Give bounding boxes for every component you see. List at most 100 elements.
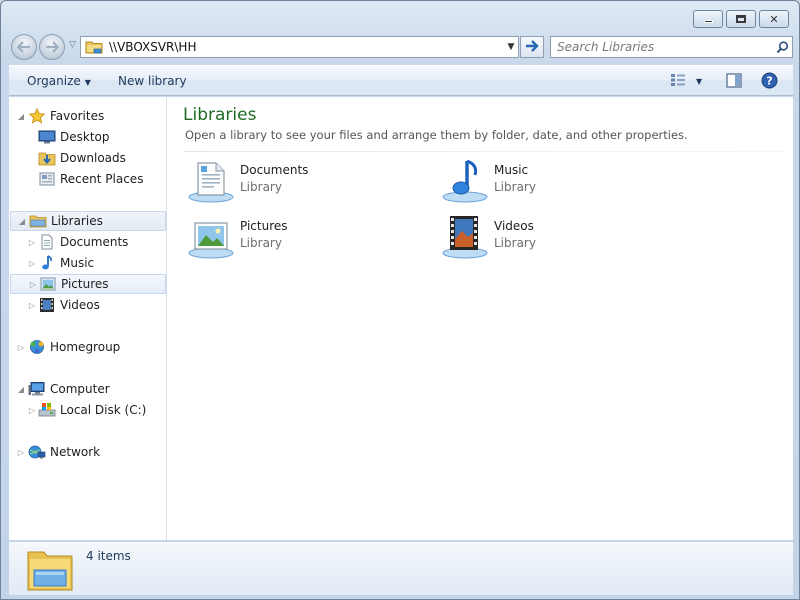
forward-arrow-icon [40, 35, 64, 59]
sidebar-item-desktop[interactable]: Desktop [9, 127, 166, 147]
expand-arrow-icon[interactable]: ▷ [16, 448, 26, 457]
recent-pages-dropdown-icon[interactable]: ▽ [69, 40, 76, 50]
sidebar-item-label: Downloads [60, 151, 126, 165]
expand-arrow-icon[interactable]: ▷ [27, 301, 37, 310]
sidebar-item-label: Pictures [61, 277, 109, 291]
go-arrow-icon [525, 39, 539, 55]
sidebar-item-label: Documents [60, 235, 129, 249]
videos-icon [38, 297, 56, 313]
pictures-icon [39, 276, 57, 292]
library-name: Music [494, 163, 529, 177]
local-disk-icon [38, 402, 56, 418]
navigation-bar: ▽ \\VBOXSVR\HH ▼ [9, 34, 793, 60]
sidebar-item-label: Network [50, 445, 101, 459]
minimize-button[interactable] [693, 10, 723, 28]
back-arrow-icon [12, 35, 36, 59]
library-tile-videos[interactable]: Videos Library [440, 213, 680, 263]
videos-library-icon [440, 213, 490, 263]
minimize-icon [694, 11, 722, 27]
downloads-icon [38, 150, 56, 166]
close-icon: ✕ [769, 12, 779, 26]
sidebar-item-libraries[interactable]: ◢ Libraries [10, 211, 166, 231]
homegroup-icon [28, 339, 46, 355]
library-tile-documents[interactable]: Documents Library [186, 157, 426, 207]
go-button[interactable] [520, 36, 544, 58]
page-title: Libraries [183, 105, 257, 125]
search-icon[interactable] [772, 40, 792, 54]
music-library-icon [440, 157, 490, 207]
documents-library-icon [186, 157, 236, 207]
change-view-button[interactable]: ▼ [670, 73, 710, 89]
sidebar-item-homegroup[interactable]: ▷ Homegroup [9, 337, 166, 357]
maximize-button[interactable] [726, 10, 756, 28]
recent-places-icon [38, 171, 56, 187]
organize-button[interactable]: Organize ▼ [27, 74, 91, 88]
collapse-arrow-icon[interactable]: ◢ [16, 385, 26, 394]
sidebar-item-music[interactable]: ▷ Music [9, 253, 166, 273]
expand-arrow-icon[interactable]: ▷ [16, 343, 26, 352]
help-icon: ? [761, 72, 778, 92]
explorer-window: ✕ ▽ \\VBOXSVR\HH ▼ Search Libraries Orga… [0, 0, 800, 600]
sidebar-item-label: Homegroup [50, 340, 121, 354]
forward-button[interactable] [39, 34, 65, 60]
favorites-star-icon [28, 107, 46, 124]
desktop-icon [38, 129, 56, 145]
sidebar-item-pictures[interactable]: ▷ Pictures [10, 274, 166, 294]
navigation-pane[interactable]: ◢ Favorites Desktop Downloads Recent Pla… [9, 97, 167, 540]
search-input[interactable] [557, 40, 772, 54]
sidebar-item-local-disk[interactable]: ▷ Local Disk (C:) [9, 400, 166, 420]
page-subtitle: Open a library to see your files and arr… [185, 128, 688, 142]
libraries-icon [29, 213, 47, 229]
sidebar-item-computer[interactable]: ◢ Computer [9, 379, 166, 399]
network-folder-icon [85, 40, 103, 54]
music-icon [38, 255, 56, 271]
preview-pane-button[interactable] [726, 73, 742, 91]
library-tile-music[interactable]: Music Library [440, 157, 680, 207]
expand-arrow-icon[interactable]: ▷ [27, 238, 37, 247]
sidebar-item-network[interactable]: ▷ Network [9, 442, 166, 462]
close-button[interactable]: ✕ [759, 10, 789, 28]
back-button[interactable] [11, 34, 37, 60]
expand-arrow-icon[interactable]: ▷ [28, 280, 38, 289]
sidebar-item-label: Libraries [51, 214, 103, 228]
help-button[interactable]: ? [761, 72, 778, 92]
new-library-button[interactable]: New library [118, 74, 187, 88]
details-pane: 4 items [9, 541, 793, 595]
documents-icon [38, 234, 56, 250]
content-pane[interactable]: Libraries Open a library to see your fil… [168, 97, 793, 540]
sidebar-item-label: Videos [60, 298, 100, 312]
maximize-icon [727, 11, 755, 27]
sidebar-item-recent-places[interactable]: Recent Places [9, 169, 166, 189]
header-divider [183, 151, 783, 152]
expand-arrow-icon[interactable]: ▷ [27, 406, 37, 415]
sidebar-item-label: Recent Places [60, 172, 144, 186]
svg-text:?: ? [766, 75, 772, 88]
address-bar[interactable]: \\VBOXSVR\HH ▼ [80, 36, 519, 58]
sidebar-item-label: Favorites [50, 109, 105, 123]
back-forward-group [11, 34, 69, 60]
library-name: Pictures [240, 219, 288, 233]
view-dropdown-icon: ▼ [696, 76, 703, 86]
sidebar-item-favorites[interactable]: ◢ Favorites [9, 106, 166, 126]
sidebar-item-label: Computer [50, 382, 110, 396]
sidebar-item-label: Music [60, 256, 95, 270]
collapse-arrow-icon[interactable]: ◢ [17, 217, 27, 226]
address-path[interactable]: \\VBOXSVR\HH [109, 40, 504, 54]
view-options-icon [670, 73, 686, 90]
expand-arrow-icon[interactable]: ▷ [27, 259, 37, 268]
sidebar-item-label: Local Disk (C:) [60, 403, 147, 417]
pictures-library-icon [186, 213, 236, 263]
sidebar-item-documents[interactable]: ▷ Documents [9, 232, 166, 252]
preview-pane-icon [726, 73, 742, 91]
item-count: 4 items [86, 549, 131, 563]
library-tile-pictures[interactable]: Pictures Library [186, 213, 426, 263]
library-name: Videos [494, 219, 534, 233]
network-icon [28, 444, 46, 460]
library-type: Library [494, 236, 536, 250]
address-dropdown-icon[interactable]: ▼ [504, 42, 518, 52]
collapse-arrow-icon[interactable]: ◢ [16, 112, 26, 121]
search-box[interactable] [550, 36, 793, 58]
sidebar-item-downloads[interactable]: Downloads [9, 148, 166, 168]
computer-icon [28, 381, 46, 397]
sidebar-item-videos[interactable]: ▷ Videos [9, 295, 166, 315]
